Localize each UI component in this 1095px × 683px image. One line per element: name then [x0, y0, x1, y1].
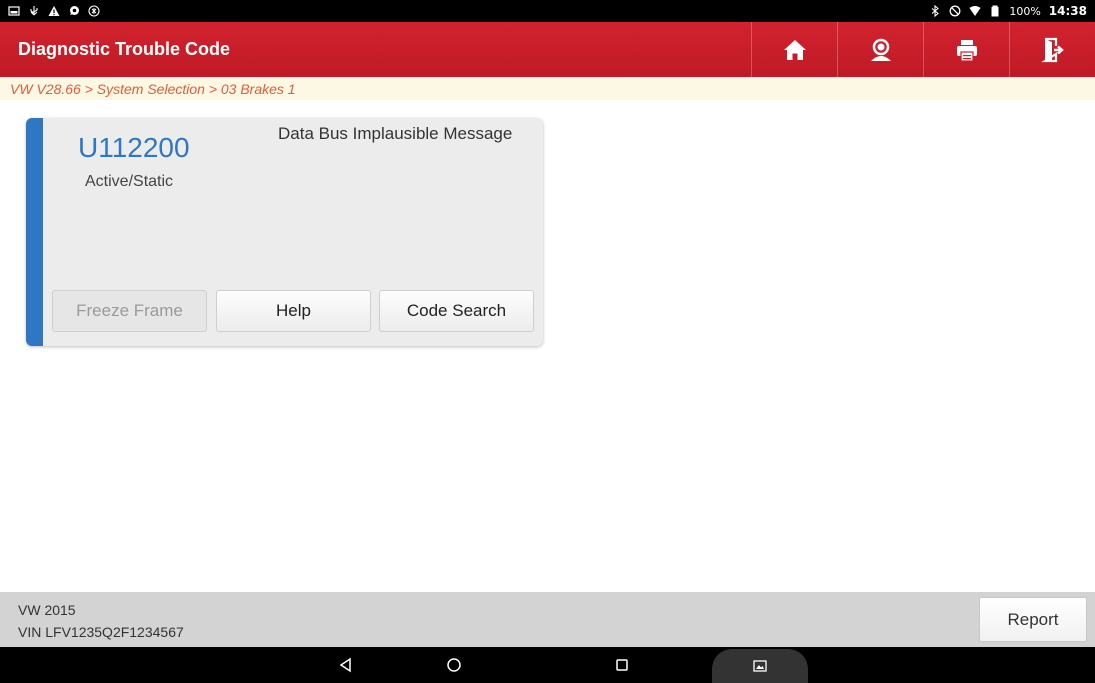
home-nav-button[interactable] [424, 647, 484, 683]
print-button[interactable] [923, 22, 1009, 77]
vehicle-make-year: VW 2015 [18, 602, 76, 618]
help-button[interactable]: Help [216, 290, 371, 332]
toolbar [751, 22, 1095, 77]
settings-circle-icon [88, 5, 100, 17]
recent-apps-icon [616, 659, 628, 671]
status-left [8, 5, 100, 17]
usb-icon [30, 6, 38, 16]
battery-percent: 100% [1009, 4, 1041, 18]
user-support-button[interactable] [837, 22, 923, 77]
no-disturb-icon [949, 5, 961, 17]
dtc-accent-stripe [26, 118, 43, 346]
page-title: Diagnostic Trouble Code [18, 39, 231, 59]
back-button[interactable] [316, 647, 376, 683]
recent-apps-button[interactable] [592, 647, 652, 683]
status-right: 100% 14:38 [929, 4, 1087, 18]
bluetooth-icon [931, 5, 940, 17]
title-bar: Diagnostic Trouble Code [0, 22, 1095, 77]
print-icon [956, 39, 977, 62]
report-button[interactable]: Report [979, 597, 1087, 642]
dtc-description: Data Bus Implausible Message [278, 124, 513, 143]
navigation-bar [0, 647, 1095, 683]
warning-icon [48, 6, 60, 16]
battery-icon [991, 5, 999, 17]
code-search-button[interactable]: Code Search [379, 290, 534, 332]
exit-button[interactable] [1009, 22, 1095, 77]
chat-icon [70, 6, 79, 15]
breadcrumb: VW V28.66 > System Selection > 03 Brakes… [0, 77, 1095, 100]
home-button[interactable] [751, 22, 837, 77]
user-support-icon [870, 38, 891, 61]
dtc-status: Active/Static [85, 173, 174, 190]
exit-icon [1040, 37, 1064, 62]
dtc-code: U112200 [78, 132, 190, 163]
vehicle-vin: VIN LFV1235Q2F1234567 [18, 624, 184, 640]
wifi-icon [969, 6, 981, 16]
screen: 100% 14:38 Diagnostic Trouble Code VW V2… [0, 0, 1095, 683]
home-icon [783, 39, 806, 60]
back-icon [339, 657, 351, 673]
status-bar: 100% 14:38 [0, 0, 1095, 22]
vehicle-info-bar: VW 2015 VIN LFV1235Q2F1234567 Report [0, 592, 1095, 647]
screenshot-icon [8, 6, 20, 16]
freeze-frame-button[interactable]: Freeze Frame [52, 290, 207, 332]
gallery-icon [753, 660, 767, 672]
gallery-button[interactable] [712, 649, 808, 683]
status-time: 14:38 [1048, 4, 1087, 18]
dtc-card: U112200 Active/Static Data Bus Implausib… [26, 118, 543, 346]
home-circle-icon [447, 658, 461, 672]
